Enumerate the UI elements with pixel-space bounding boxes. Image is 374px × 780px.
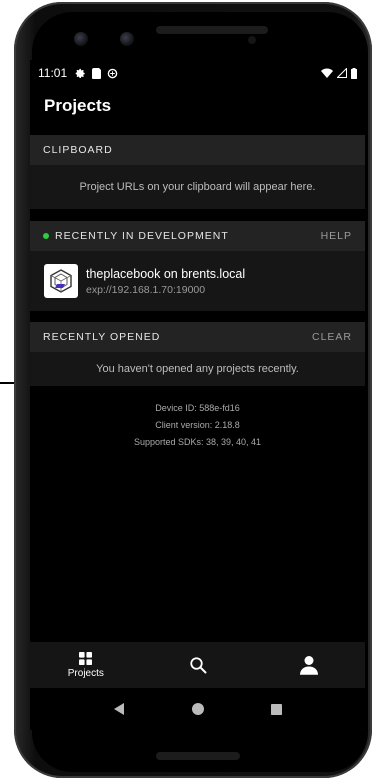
clipboard-section-header: CLIPBOARD — [30, 135, 365, 165]
dev-project-item[interactable]: theplacebook on brents.local exp://192.1… — [30, 251, 365, 311]
device-id: Device ID: 588e-fd16 — [155, 403, 240, 413]
project-url: exp://192.168.1.70:19000 — [86, 283, 206, 296]
recent-opened-empty-state: You haven't opened any projects recently… — [30, 352, 365, 386]
search-icon — [189, 657, 206, 674]
nav-projects-label: Projects — [67, 667, 104, 679]
status-time: 11:01 — [38, 66, 68, 80]
dev-status-dot — [43, 233, 49, 239]
nav-tab-projects[interactable]: Projects — [30, 642, 142, 688]
bottom-navigation: Projects — [30, 642, 365, 688]
recent-opened-title: RECENTLY OPENED — [43, 331, 161, 343]
project-logo-icon — [44, 264, 78, 298]
system-navigation-bar — [30, 688, 365, 730]
clipboard-title: CLIPBOARD — [43, 144, 113, 156]
nav-tab-search[interactable] — [142, 642, 254, 688]
project-name: theplacebook on brents.local — [86, 266, 246, 281]
nav-tab-profile[interactable] — [253, 642, 365, 688]
client-version: Client version: 2.18.8 — [155, 420, 240, 430]
grid-icon — [79, 651, 93, 665]
battery-icon — [351, 67, 357, 79]
app-screen: 11:01 Projects CLIPBOARD Project URLs on… — [30, 60, 365, 730]
profile-icon — [300, 656, 319, 675]
clipboard-empty-state: Project URLs on your clipboard will appe… — [30, 165, 365, 209]
cell-signal-icon — [337, 68, 347, 78]
front-sensor — [120, 32, 134, 46]
recents-icon[interactable] — [270, 703, 282, 715]
clipboard-empty-text: Project URLs on your clipboard will appe… — [79, 181, 316, 193]
bottom-speaker — [156, 752, 240, 760]
earpiece-speaker — [156, 26, 268, 34]
proximity-sensor — [248, 36, 256, 44]
back-icon[interactable] — [113, 703, 125, 715]
recent-opened-empty-text: You haven't opened any projects recently… — [96, 363, 299, 375]
supported-sdks: Supported SDKs: 38, 39, 40, 41 — [133, 437, 262, 447]
sim-card-icon — [92, 67, 102, 79]
recent-opened-section-header: RECENTLY OPENED CLEAR — [30, 322, 365, 352]
clear-button[interactable]: CLEAR — [312, 331, 352, 343]
settings-gear-icon — [75, 68, 85, 78]
wifi-icon — [321, 68, 333, 78]
front-camera — [74, 32, 88, 46]
page-title: Projects — [44, 96, 112, 115]
help-button[interactable]: HELP — [321, 230, 352, 242]
recent-dev-section-header: RECENTLY IN DEVELOPMENT HELP — [30, 221, 365, 251]
data-saver-icon — [107, 68, 118, 78]
home-icon[interactable] — [191, 703, 204, 715]
device-info: Device ID: 588e-fd16 Client version: 2.1… — [30, 400, 365, 451]
recent-dev-title: RECENTLY IN DEVELOPMENT — [55, 230, 229, 242]
status-bar: 11:01 — [30, 60, 365, 86]
